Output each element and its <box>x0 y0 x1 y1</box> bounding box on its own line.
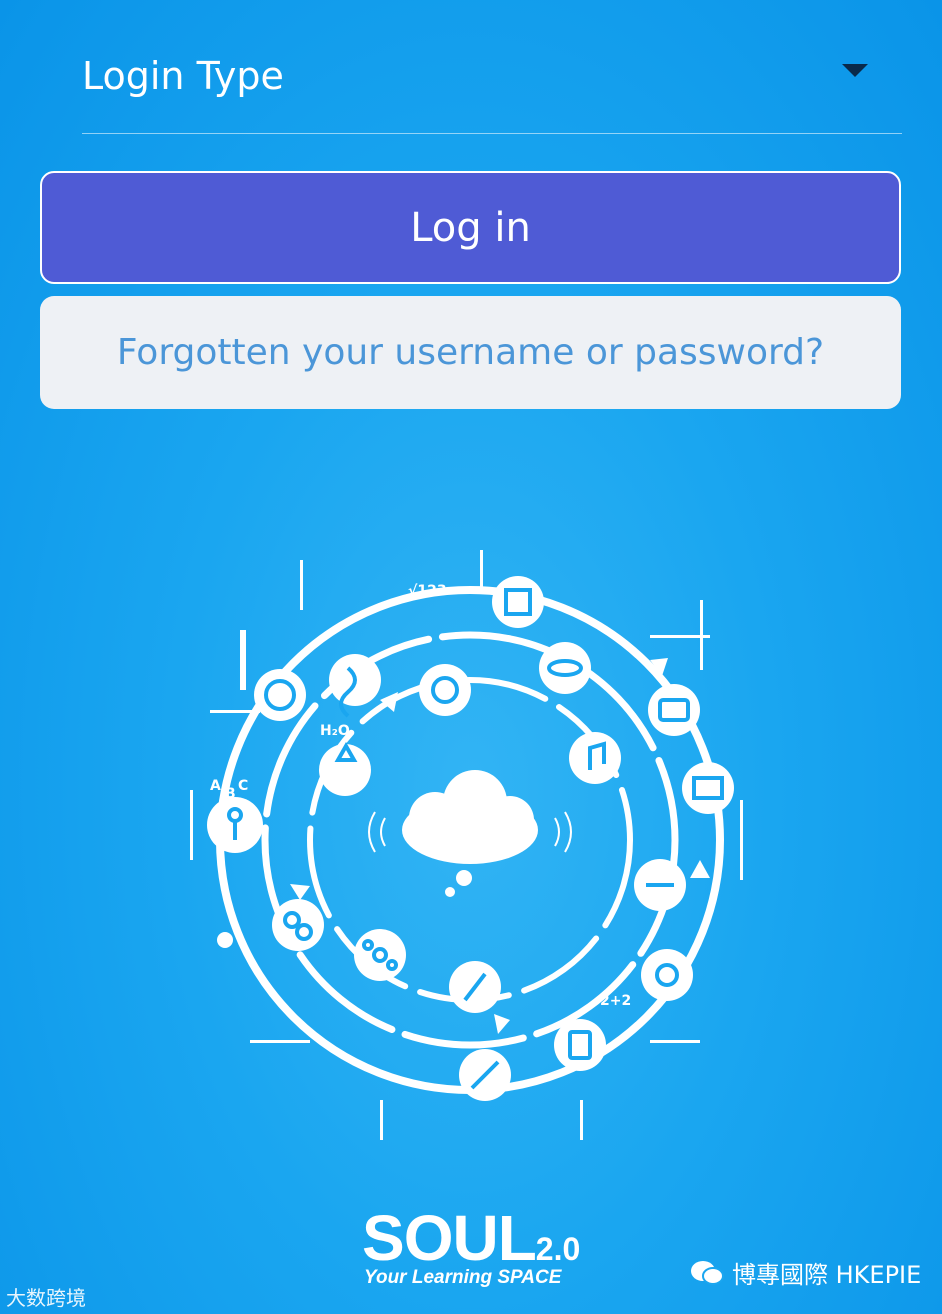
illustration-text-b: B <box>225 786 236 802</box>
illustration-text-a: A <box>210 778 221 794</box>
login-type-label: Login Type <box>82 54 284 98</box>
brand-version: 2.0 <box>535 1231 581 1267</box>
forgot-credentials-button[interactable]: Forgotten your username or password? <box>40 296 901 409</box>
watermark-left: 大数跨境 <box>6 1286 86 1310</box>
cloud-icon <box>402 770 538 897</box>
illustration-text-sqrt: √123 <box>408 583 447 599</box>
watermark-right-text: 博專國際 HKEPIE <box>732 1261 922 1289</box>
chevron-down-icon <box>842 64 868 77</box>
brand-name: SOUL <box>362 1202 537 1274</box>
watermark-right: 博專國際 HKEPIE <box>690 1255 921 1290</box>
illustration-text-h2o: H₂O <box>320 723 350 739</box>
learning-illustration: √123 H₂O A B C 2+2 <box>190 550 743 1140</box>
soul-logo: SOUL2.0 Your Learning SPACE <box>362 1205 592 1297</box>
brand-tagline: Your Learning SPACE <box>364 1267 562 1288</box>
illustration-text-c: C <box>238 778 248 794</box>
illustration-text-2plus2: 2+2 <box>600 993 631 1009</box>
login-button[interactable]: Log in <box>40 171 901 284</box>
wechat-icon <box>691 1260 724 1285</box>
login-type-dropdown[interactable]: Login Type <box>82 40 902 134</box>
